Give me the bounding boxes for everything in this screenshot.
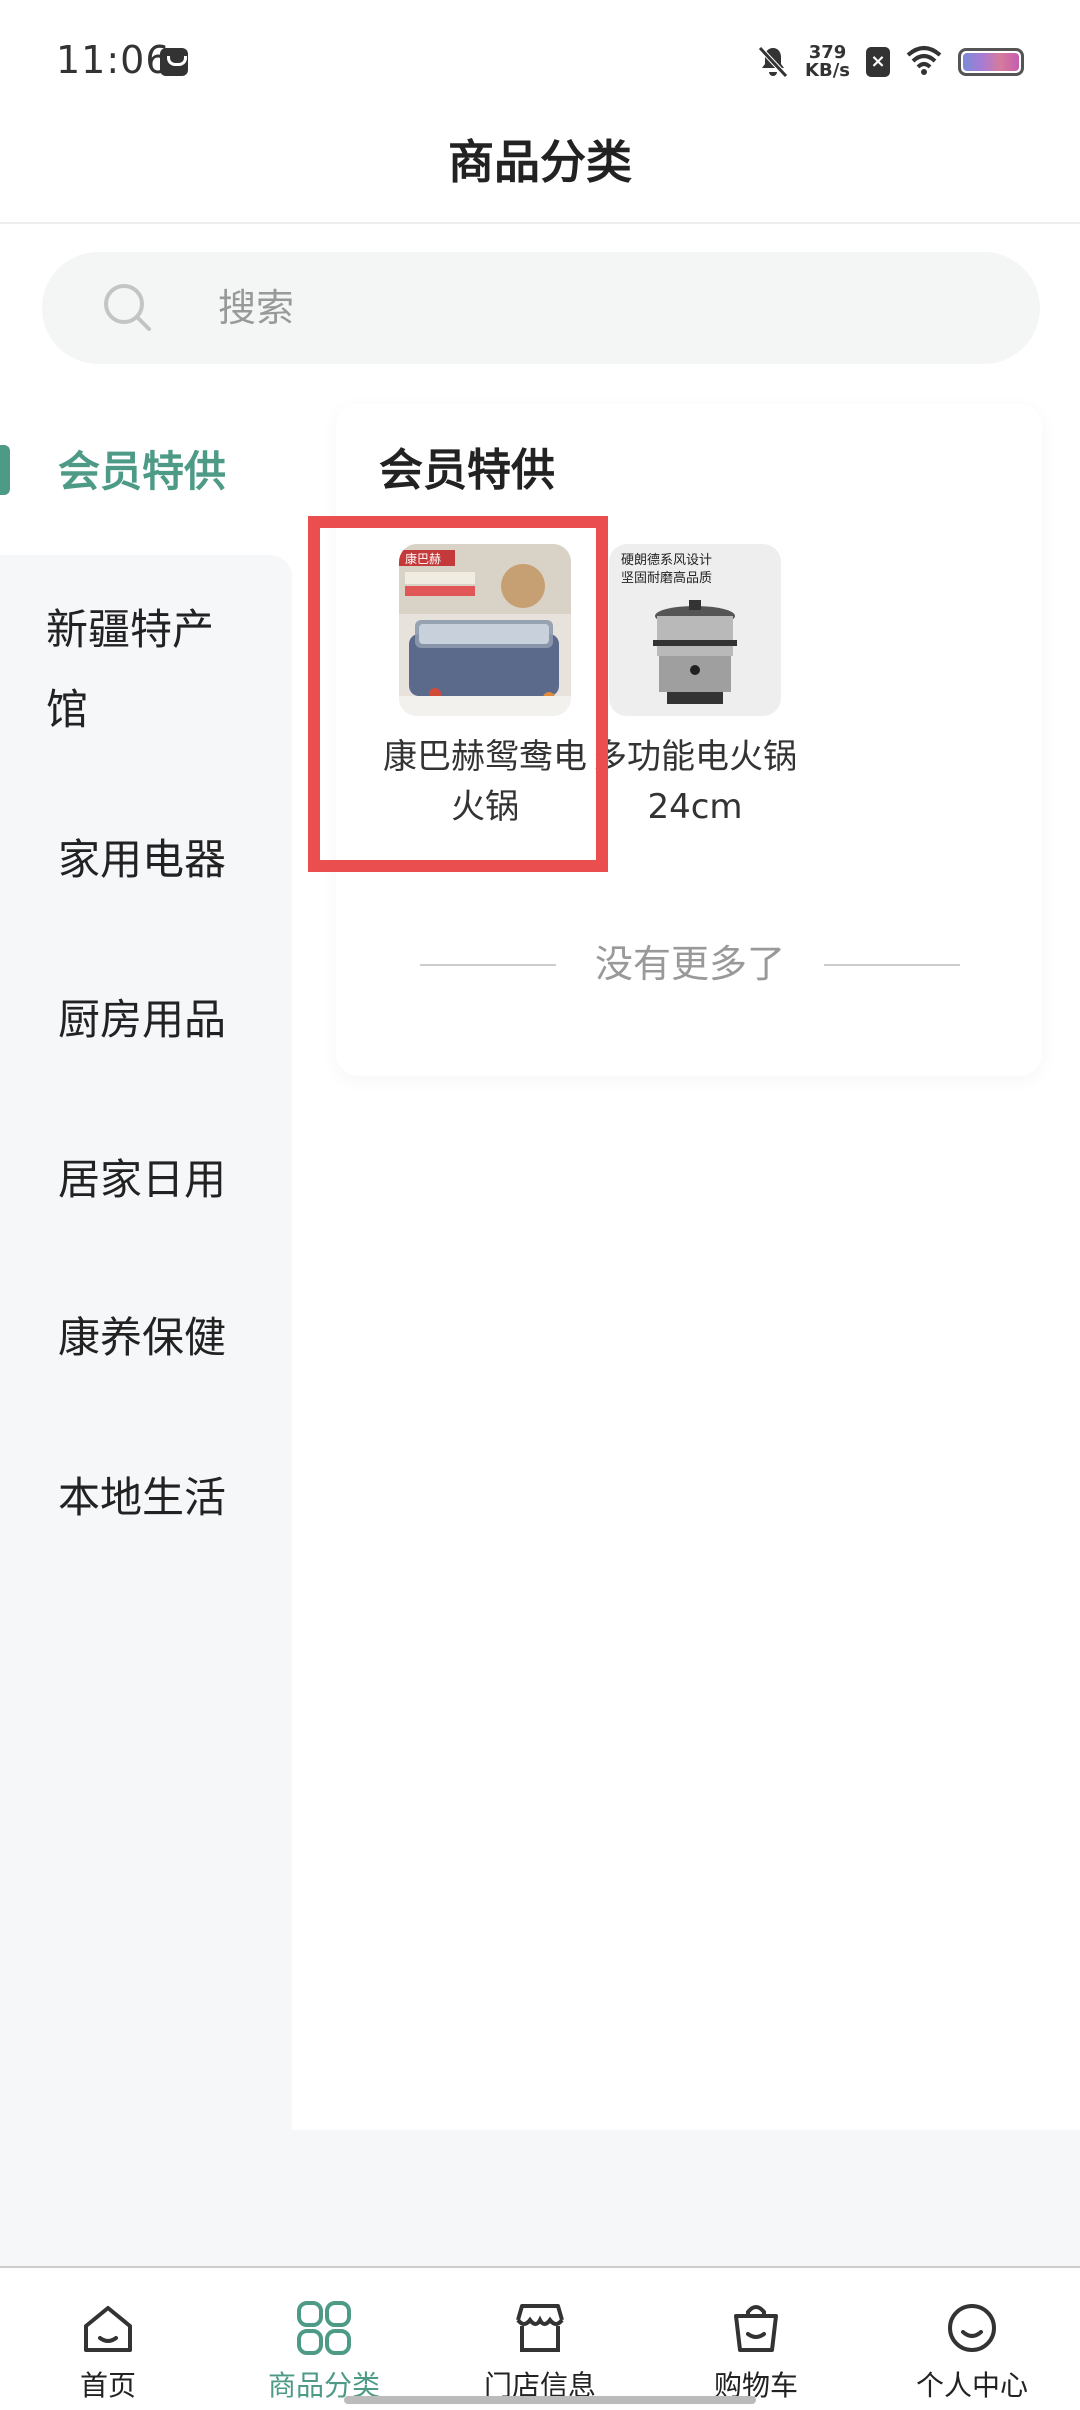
svg-text:坚固耐磨高品质: 坚固耐磨高品质 [621,570,712,586]
sidebar-item-local-life[interactable]: 本地生活 [0,1458,292,1538]
product-image: 硬朗德系风设计 坚固耐磨高品质 [609,544,781,716]
bottom-spacer [0,2130,1080,2266]
status-time: 11:06 [56,38,171,82]
tab-store[interactable]: 门店信息 [432,2268,648,2410]
no-more-indicator: 没有更多了 [420,934,960,994]
highlight-box [308,516,608,872]
page-header: 商品分类 [0,126,1080,224]
store-icon [516,2304,564,2352]
profile-smile-icon [948,2304,996,2352]
home-indicator[interactable] [344,2396,756,2404]
sidebar-item-kitchen[interactable]: 厨房用品 [0,980,292,1060]
network-speed: 379 KB/s [805,44,850,80]
home-icon [84,2306,132,2352]
page-title: 商品分类 [448,135,632,189]
tab-label: 个人中心 [915,2369,1028,2402]
message-notification-icon [160,48,188,76]
no-sim-icon: × [866,47,890,77]
svg-text:硬朗德系风设计: 硬朗德系风设计 [621,553,712,568]
wifi-icon [906,45,942,79]
product-name: 多功能电火锅24cm [593,737,797,827]
category-icon [297,2301,351,2355]
sidebar-item-member-special[interactable]: 会员特供 [0,432,292,512]
network-speed-unit: KB/s [805,60,850,81]
search-icon [104,284,151,331]
search-placeholder: 搜索 [218,286,295,330]
product-item-multi-hotpot[interactable]: 硬朗德系风设计 坚固耐磨高品质 多功能电火锅24cm [590,544,800,832]
status-bar: 11:06 379 KB/s × [0,0,1080,126]
sidebar-item-health[interactable]: 康养保健 [0,1298,292,1378]
sidebar-item-xinjiang[interactable]: 新疆特产馆 [0,590,292,750]
tab-profile[interactable]: 个人中心 [864,2268,1080,2410]
battery-icon [958,48,1024,76]
divider-right [824,964,960,966]
status-icons: 379 KB/s × [757,42,1024,82]
tab-home[interactable]: 首页 [0,2268,216,2410]
tab-cart[interactable]: 购物车 [648,2268,864,2410]
sidebar-item-daily-use[interactable]: 居家日用 [0,1140,292,1220]
sidebar-item-home-appliances[interactable]: 家用电器 [0,820,292,900]
bottom-tab-bar: 首页 商品分类 门店信息 购物车 个人中心 [0,2266,1080,2410]
search-input[interactable]: 搜索 [42,252,1040,364]
bell-muted-icon [757,45,789,79]
section-title: 会员特供 [379,445,555,496]
tab-category[interactable]: 商品分类 [216,2268,432,2410]
cart-bag-icon [734,2305,778,2352]
tab-label: 首页 [79,2369,136,2402]
